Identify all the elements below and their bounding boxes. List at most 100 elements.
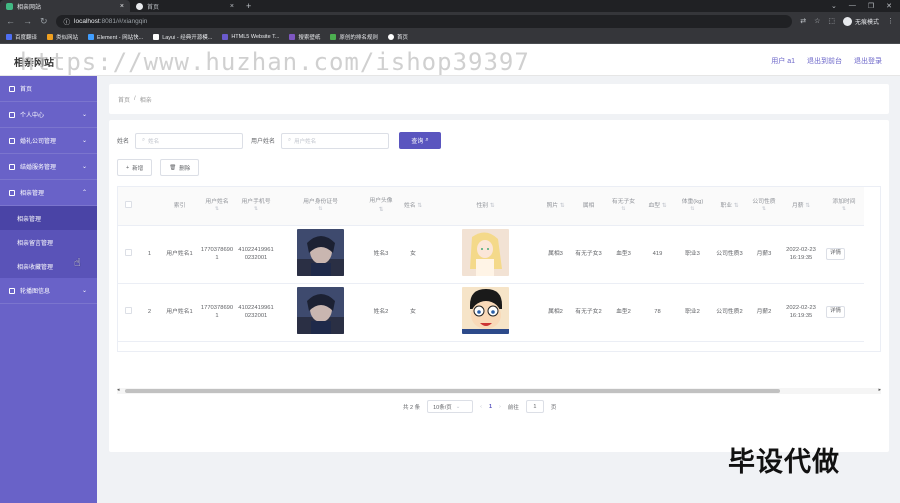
reload-icon[interactable]: ↻	[40, 16, 48, 27]
sort-icon[interactable]: ⇅	[238, 206, 274, 213]
column-header[interactable]: 照片 ⇅	[542, 187, 569, 226]
chevron-up-icon: ⌃	[81, 190, 87, 196]
goto-page-input[interactable]: 1	[525, 400, 544, 413]
table-row[interactable]: 1 用户姓名1 17703786901 410224199610232001 姓…	[118, 225, 864, 284]
page-size-select[interactable]: 10条/页 ⌄	[427, 400, 474, 413]
sidebar-subitem-favorites[interactable]: 相亲收藏管理	[0, 254, 97, 278]
forward-icon[interactable]: →	[23, 16, 32, 26]
bookmark-item[interactable]: 百度翻译	[6, 33, 37, 41]
column-header[interactable]: 血型 ⇅	[639, 187, 676, 226]
close-tab-icon[interactable]: ×	[120, 3, 124, 10]
close-tab-icon[interactable]: ×	[230, 3, 234, 10]
column-header[interactable]: 有无子女 ⇅	[608, 187, 639, 226]
scrollbar-thumb[interactable]	[125, 389, 780, 393]
user-name-search-input[interactable]: ⌕ 用户姓名	[281, 132, 390, 149]
bookmark-label: 百度翻译	[15, 34, 38, 41]
column-label: 有无子女	[611, 198, 636, 205]
menu-icon[interactable]: ⋮	[887, 17, 894, 25]
sidebar-item-profile[interactable]: 个人中心 ⌄	[0, 102, 97, 128]
close-window-icon[interactable]: ✕	[886, 2, 892, 10]
row-checkbox[interactable]	[118, 283, 138, 342]
breadcrumb: 首页 / 相亲	[109, 84, 889, 114]
breadcrumb-home[interactable]: 首页	[118, 95, 130, 104]
detail-button[interactable]: 详情	[826, 306, 846, 318]
salary-cell: 月薪2	[750, 283, 778, 342]
column-header[interactable]: 用户头像 ⇅	[365, 187, 397, 226]
column-header[interactable]: 索引	[161, 187, 198, 226]
sort-icon[interactable]: ⇅	[490, 203, 495, 209]
column-header[interactable]: 用户身份证号 ⇅	[276, 187, 365, 226]
url-input[interactable]: ⓘ localhost:8081/#/xiangqin	[55, 14, 793, 28]
sidebar-item-home[interactable]: 首页	[0, 76, 97, 102]
bookmark-item[interactable]: Layui - 经典开源模...	[153, 33, 212, 41]
table-row[interactable]: 2 用户姓名1 17703786901 410224199610232001 姓…	[118, 283, 864, 342]
bookmark-star-icon[interactable]: ☆	[814, 17, 820, 25]
column-header[interactable]: 性别 ⇅	[429, 187, 542, 226]
translate-icon[interactable]: ⇄	[800, 17, 806, 25]
sidebar-item-label: 结婚服务管理	[20, 165, 57, 171]
bookmark-item[interactable]: 原创的排名规则	[330, 33, 378, 41]
bookmark-item[interactable]: HTML5 Website T...	[222, 33, 279, 40]
sort-icon[interactable]: ⇅	[200, 206, 234, 213]
browser-tab[interactable]: 首页 ×	[130, 0, 240, 12]
bookmark-item[interactable]: Element - 网站快...	[88, 33, 143, 41]
sidebar-item-matchmaking[interactable]: 相亲管理 ⌃	[0, 180, 97, 206]
sidebar-subitem-matchmaking[interactable]: 相亲管理	[0, 206, 97, 230]
sort-icon[interactable]: ⇅	[805, 203, 810, 209]
sort-icon[interactable]: ⇅	[662, 203, 667, 209]
extensions-icon[interactable]: ⬚	[828, 17, 835, 25]
column-header[interactable]: 体重(kg) ⇅	[676, 187, 709, 226]
back-icon[interactable]: ←	[6, 16, 15, 26]
horizontal-scrollbar[interactable]: ◂ ▸	[117, 387, 881, 394]
bookmark-item[interactable]: 类似网站	[47, 33, 78, 41]
column-header[interactable]: 职业 ⇅	[709, 187, 750, 226]
sort-icon[interactable]: ⇅	[752, 206, 776, 213]
heart-icon	[9, 189, 15, 196]
delete-button[interactable]: 🗑 删除	[160, 159, 200, 176]
sort-icon[interactable]: ⇅	[278, 206, 363, 213]
sidebar-item-wedding-company[interactable]: 婚礼公司管理 ⌄	[0, 128, 97, 154]
detail-button[interactable]: 详情	[826, 248, 846, 260]
column-header[interactable]: 属相	[569, 187, 608, 226]
select-all-checkbox[interactable]	[118, 187, 138, 226]
user-link[interactable]: 用户 a1	[771, 56, 795, 66]
sidebar-item-carousel[interactable]: 轮播图信息 ⌄	[0, 278, 97, 304]
scroll-left-icon[interactable]: ◂	[117, 387, 120, 393]
bookmark-label: Layui - 经典开源模...	[162, 34, 213, 41]
column-label: 性别	[476, 202, 489, 209]
bookmark-item[interactable]: 首页	[387, 33, 408, 41]
profile-button[interactable]: 无痕模式	[842, 16, 879, 26]
column-header[interactable]: 月薪 ⇅	[778, 187, 824, 226]
column-header[interactable]: 姓名 ⇅	[397, 187, 429, 226]
sidebar-subitem-messages[interactable]: 相亲留言管理	[0, 230, 97, 254]
sort-icon[interactable]: ⇅	[417, 203, 422, 209]
sort-icon[interactable]: ⇅	[379, 207, 384, 213]
sort-icon[interactable]: ⇅	[826, 206, 862, 213]
page-number[interactable]: 1	[489, 404, 492, 410]
name-search-input[interactable]: ⌕ 姓名	[135, 132, 244, 149]
dropdown-icon[interactable]: ⌄	[831, 2, 837, 10]
sort-icon[interactable]: ⇅	[734, 203, 739, 209]
next-page-icon[interactable]: ›	[499, 404, 501, 410]
sort-icon[interactable]: ⇅	[678, 206, 707, 213]
logout-link[interactable]: 退出登录	[854, 56, 882, 66]
browser-tab-active[interactable]: 相亲网站 ×	[0, 0, 130, 12]
column-header[interactable]: 添加时间 ⇅	[824, 187, 864, 226]
scroll-right-icon[interactable]: ▸	[878, 387, 881, 393]
row-checkbox[interactable]	[118, 225, 138, 284]
minimize-icon[interactable]: —	[849, 2, 856, 10]
sort-icon[interactable]: ⇅	[560, 203, 565, 209]
maximize-icon[interactable]: ❐	[868, 2, 874, 10]
bookmark-item[interactable]: 搜索壁纸	[289, 33, 320, 41]
query-button[interactable]: 查询 ⌕	[399, 132, 442, 149]
column-label: 月薪	[791, 202, 804, 209]
sidebar-item-wedding-service[interactable]: 结婚服务管理 ⌄	[0, 154, 97, 180]
sort-icon[interactable]: ⇅	[610, 206, 637, 213]
prev-page-icon[interactable]: ‹	[480, 404, 482, 410]
new-tab-icon[interactable]: +	[246, 1, 251, 11]
column-header[interactable]: 用户手机号 ⇅	[236, 187, 276, 226]
column-header[interactable]: 用户姓名 ⇅	[198, 187, 236, 226]
add-button[interactable]: + 新增	[117, 159, 153, 176]
front-page-link[interactable]: 退出到前台	[807, 56, 842, 66]
column-header[interactable]: 公司性质 ⇅	[750, 187, 778, 226]
